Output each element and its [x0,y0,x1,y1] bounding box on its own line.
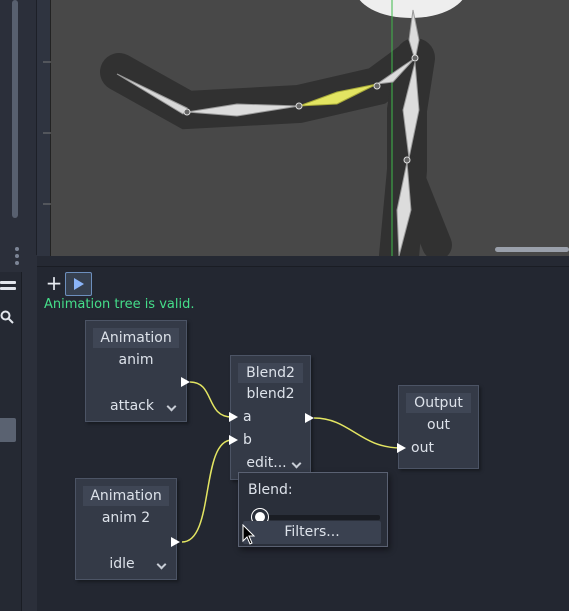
output-port-anim2[interactable] [171,537,180,547]
panel-splitter[interactable] [37,256,569,266]
add-node-button[interactable]: + [44,273,64,295]
animation-node-anim2[interactable]: Animation anim 2 idle [75,478,177,580]
vertical-ruler [37,0,51,256]
menu-icon[interactable] [0,281,16,297]
mouse-cursor-icon [242,523,256,546]
tree-status-text: Animation tree is valid. [44,297,195,312]
node-name: out [427,417,450,433]
input-port-b[interactable] [229,435,238,445]
blend-slider[interactable] [256,515,380,520]
search-icon[interactable] [0,309,14,324]
blend-label: Blend: [248,482,293,498]
left-top-dock [0,0,37,255]
bones [116,9,420,256]
node-name: blend2 [246,386,295,402]
character-head [359,0,463,18]
left-dock-selected-item[interactable] [0,418,16,442]
plus-icon: + [45,271,63,295]
node-title: Blend2 [238,363,303,383]
blend2-node[interactable]: Blend2 blend2 a b edit... [230,355,311,480]
input-port-a[interactable] [229,412,238,422]
skeleton-character [100,0,463,256]
node-title: Animation [83,486,169,506]
bone-shadow [100,38,452,256]
play-icon [74,278,84,290]
filters-button[interactable]: Filters... [243,521,381,544]
left-dock-scrollbar[interactable] [12,0,18,218]
node-title: Output [406,393,471,413]
node-name: anim [118,352,154,368]
input-b-label: b [243,432,252,448]
viewport-horizontal-scrollbar[interactable] [495,247,569,252]
output-node[interactable]: Output out out [398,385,479,469]
play-button[interactable] [65,272,92,296]
input-out-label: out [411,440,434,456]
node-title: Animation [93,328,179,348]
canvas-viewport[interactable] [37,0,569,256]
input-a-label: a [243,409,252,425]
output-port-blend2[interactable] [305,413,314,423]
output-port-anim[interactable] [181,377,190,387]
node-name: anim 2 [101,510,151,526]
dock-drag-handle-icon[interactable] [14,247,20,267]
animation-node-anim[interactable]: Animation anim attack [85,320,187,422]
input-port-out[interactable] [397,443,406,453]
